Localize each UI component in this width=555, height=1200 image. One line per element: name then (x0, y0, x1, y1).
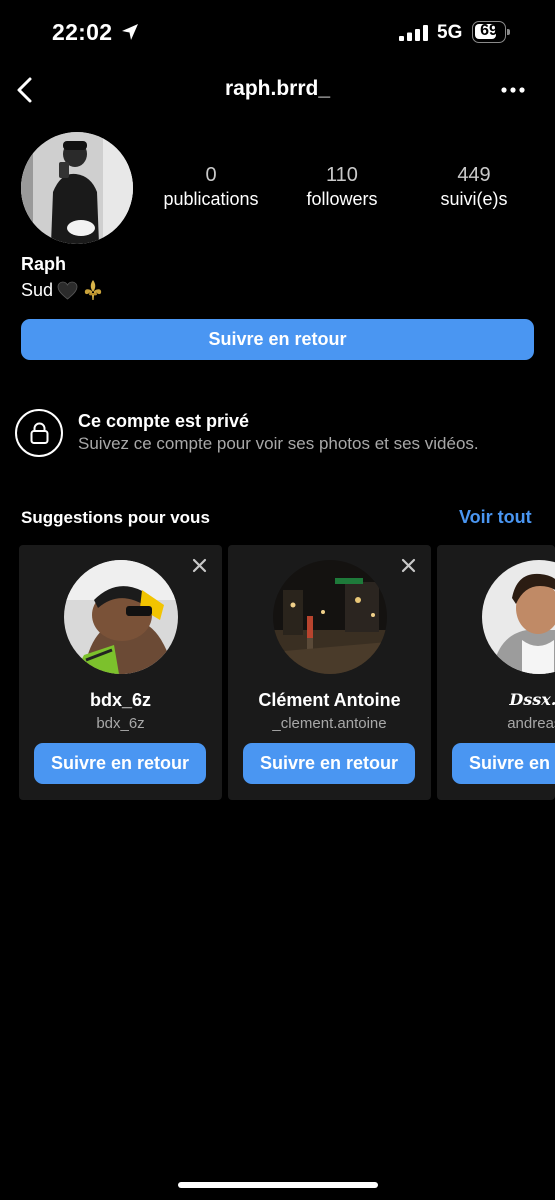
status-bar: 22:02 5G 69 (0, 0, 555, 66)
suggestion-avatar[interactable] (482, 560, 555, 674)
network-label: 5G (437, 22, 463, 43)
suggestion-name: Clément Antoine (258, 690, 401, 710)
profile-display-name: Raph (21, 254, 66, 274)
private-account-description: Suivez ce compte pour voir ses photos et… (78, 434, 479, 453)
following-label: suivi(e)s (440, 189, 508, 209)
follow-back-button[interactable]: Suivre en retour (21, 319, 534, 360)
dismiss-close-icon[interactable] (192, 558, 207, 573)
followers-label: followers (306, 189, 378, 209)
lock-icon (30, 422, 49, 444)
suggestion-card[interactable]: Dssx.p andreas_ Suivre en retour (437, 545, 555, 800)
see-all-link[interactable]: Voir tout (459, 507, 532, 528)
profile-username-title: raph.brrd_ (224, 77, 331, 100)
suggestion-follow-back-button[interactable]: Suivre en retour (34, 743, 206, 784)
suggestion-username: bdx_6z (96, 715, 145, 732)
following-count: 449 (457, 164, 491, 186)
suggestion-name: bdx_6z (89, 690, 152, 710)
suggestion-avatar[interactable] (273, 560, 387, 674)
suggestion-follow-back-button[interactable]: Suivre en retour (452, 743, 555, 784)
private-account-title: Ce compte est privé (78, 411, 250, 431)
suggestion-follow-back-button[interactable]: Suivre en retour (243, 743, 415, 784)
battery-level: 69 (480, 22, 498, 39)
dismiss-close-icon[interactable] (401, 558, 416, 573)
bio-text: Sud (21, 279, 54, 300)
more-options-icon[interactable] (500, 86, 526, 94)
posts-stat: 0 publications (158, 164, 264, 210)
suggestions-title: Suggestions pour vous (21, 508, 210, 527)
battery-icon: 69 (472, 21, 510, 43)
suggestion-username: andreas_ (507, 715, 555, 732)
posts-label: publications (163, 189, 259, 209)
followers-stat[interactable]: 110 followers (292, 164, 392, 210)
followers-count: 110 (326, 164, 358, 186)
posts-count: 0 (205, 164, 217, 186)
fleur-de-lis-icon (84, 280, 102, 300)
suggestion-name: Dssx.p (509, 690, 555, 709)
profile-avatar[interactable] (21, 132, 133, 244)
black-heart-icon (57, 281, 78, 300)
home-indicator (178, 1182, 378, 1188)
location-arrow-icon (122, 24, 138, 40)
suggestion-avatar[interactable] (64, 560, 178, 674)
suggestion-card[interactable]: Clément Antoine _clement.antoine Suivre … (228, 545, 431, 800)
status-time: 22:02 (52, 19, 113, 45)
following-stat[interactable]: 449 suivi(e)s (424, 164, 524, 210)
profile-bio: Sud (21, 279, 104, 301)
cellular-signal-icon (399, 25, 428, 41)
private-lock-badge (15, 409, 63, 457)
suggestion-username: _clement.antoine (272, 715, 387, 732)
suggestion-card[interactable]: bdx_6z bdx_6z Suivre en retour (19, 545, 222, 800)
